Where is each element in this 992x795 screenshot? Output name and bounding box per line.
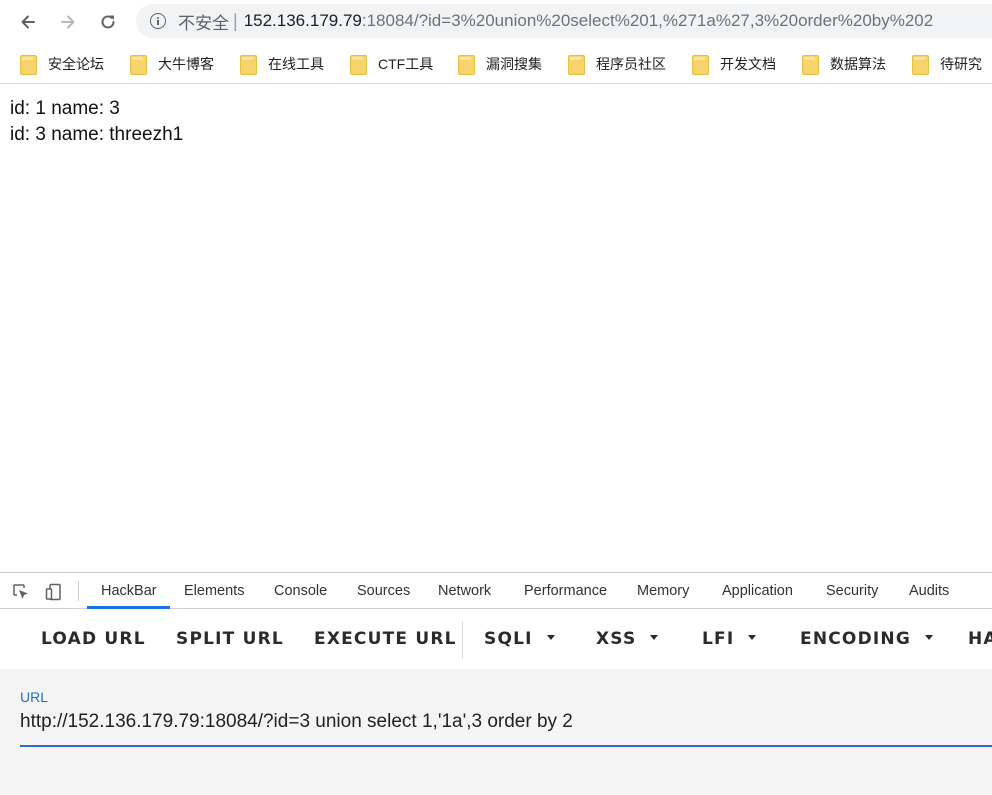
info-icon[interactable]	[150, 13, 166, 29]
arrow-left-icon	[21, 15, 35, 29]
tab-hackbar[interactable]: HackBar	[101, 573, 157, 609]
bookmark-folder[interactable]: CTF工具	[350, 44, 434, 83]
devtools-tabbar: HackBar Elements Console Sources Network…	[0, 573, 992, 609]
url-input[interactable]: http://152.136.179.79:18084/?id=3 union …	[20, 711, 573, 733]
hackbar-toolbar: LOAD URL SPLIT URL EXECUTE URL SQLI XSS …	[0, 609, 992, 669]
url-field-label: URL	[20, 689, 49, 705]
tab-performance[interactable]: Performance	[524, 573, 607, 609]
folder-icon	[692, 55, 709, 75]
load-url-button[interactable]: LOAD URL	[41, 609, 146, 669]
forward-button[interactable]	[54, 8, 82, 36]
bookmark-folder[interactable]: 待研究	[912, 44, 982, 83]
bookmark-label: 数据算法	[830, 56, 886, 72]
bookmark-folder[interactable]: 开发文档	[692, 44, 776, 83]
folder-icon	[130, 55, 147, 75]
sqli-menu-button[interactable]: SQLI	[484, 609, 555, 669]
caret-down-icon	[925, 634, 933, 640]
reload-icon	[101, 15, 115, 29]
bookmark-folder[interactable]: 程序员社区	[568, 44, 666, 83]
url-path: :18084/?id=3%20union%20select%201,%271a%…	[361, 11, 934, 30]
tab-network[interactable]: Network	[438, 573, 491, 609]
browser-toolbar: 不安全 | 152.136.179.79:18084/?id=3%20union…	[0, 0, 992, 44]
bookmarks-bar: 安全论坛 大牛博客 在线工具 CTF工具 漏洞搜集 程序员社区 开发文档 数据算…	[0, 44, 992, 84]
address-separator: |	[233, 10, 238, 31]
button-label: EXECUTE URL	[314, 629, 457, 649]
tab-security[interactable]: Security	[826, 573, 878, 609]
xss-menu-button[interactable]: XSS	[596, 609, 659, 669]
button-label: SPLIT URL	[176, 629, 284, 649]
bookmark-label: 程序员社区	[596, 56, 666, 72]
split-url-button[interactable]: SPLIT URL	[176, 609, 284, 669]
execute-url-button[interactable]: EXECUTE URL	[314, 609, 457, 669]
toolbar-divider	[462, 621, 463, 659]
bookmark-folder[interactable]: 数据算法	[802, 44, 886, 83]
url-input-underline	[20, 745, 992, 747]
inspect-element-icon[interactable]	[11, 582, 31, 602]
tab-memory[interactable]: Memory	[637, 573, 689, 609]
bookmark-folder[interactable]: 在线工具	[240, 44, 324, 83]
tab-sources[interactable]: Sources	[357, 573, 410, 609]
button-label: LOAD URL	[41, 629, 146, 649]
security-status: 不安全	[178, 13, 229, 33]
button-label: ENCODING	[800, 629, 911, 649]
folder-icon	[350, 55, 367, 75]
bookmark-label: CTF工具	[378, 56, 434, 72]
bookmark-folder[interactable]: 漏洞搜集	[458, 44, 542, 83]
result-line: id: 1 name: 3	[10, 98, 120, 119]
button-label: SQLI	[484, 629, 533, 649]
tab-audits[interactable]: Audits	[909, 573, 949, 609]
button-label: LFI	[702, 629, 735, 649]
folder-icon	[240, 55, 257, 75]
bookmark-label: 开发文档	[720, 56, 776, 72]
reload-button[interactable]	[94, 8, 122, 36]
caret-down-icon	[650, 634, 659, 640]
url-panel: URL http://152.136.179.79:18084/?id=3 un…	[0, 669, 992, 795]
button-label: HA	[968, 629, 992, 649]
bookmark-label: 安全论坛	[48, 56, 104, 72]
caret-down-icon	[546, 634, 555, 640]
page-content: id: 1 name: 3 id: 3 name: threezh1	[10, 96, 183, 148]
folder-icon	[458, 55, 475, 75]
devtools-panel: HackBar Elements Console Sources Network…	[0, 572, 992, 795]
button-label: XSS	[596, 629, 637, 649]
lfi-menu-button[interactable]: LFI	[702, 609, 757, 669]
bookmark-folder[interactable]: 大牛博客	[130, 44, 214, 83]
encoding-menu-button[interactable]: ENCODING	[800, 609, 933, 669]
tab-elements[interactable]: Elements	[184, 573, 244, 609]
bookmark-label: 在线工具	[268, 56, 324, 72]
hashing-menu-button[interactable]: HA	[968, 609, 992, 669]
result-line: id: 3 name: threezh1	[10, 124, 184, 145]
back-button[interactable]	[14, 8, 42, 36]
folder-icon	[802, 55, 819, 75]
tab-application[interactable]: Application	[722, 573, 793, 609]
address-bar[interactable]: 不安全 | 152.136.179.79:18084/?id=3%20union…	[136, 4, 992, 38]
caret-down-icon	[748, 634, 757, 640]
bookmark-folder[interactable]: 安全论坛	[20, 44, 104, 83]
url-host: 152.136.179.79	[243, 11, 362, 30]
bookmark-label: 漏洞搜集	[486, 56, 542, 72]
bookmark-label: 待研究	[940, 56, 982, 72]
bookmark-label: 大牛博客	[158, 56, 214, 72]
folder-icon	[912, 55, 929, 75]
folder-icon	[20, 55, 37, 75]
arrow-right-icon	[61, 15, 75, 29]
device-toolbar-icon[interactable]	[44, 582, 64, 602]
tab-console[interactable]: Console	[274, 573, 327, 609]
tabbar-divider	[78, 581, 79, 601]
folder-icon	[568, 55, 585, 75]
